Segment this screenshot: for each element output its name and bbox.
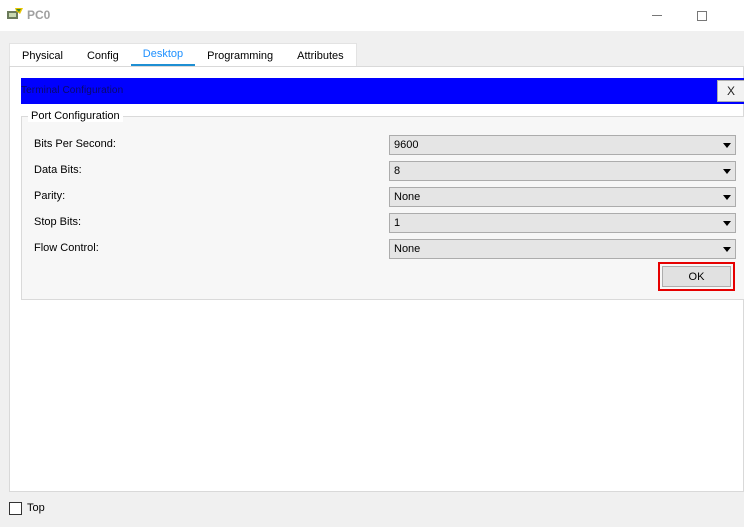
top-checkbox-label: Top — [27, 502, 45, 514]
terminal-config-header: Terminal Configuration X — [21, 78, 744, 104]
flow-control-value: None — [394, 243, 421, 255]
parity-value: None — [394, 191, 421, 203]
desktop-panel: Terminal Configuration X Port Configurat… — [9, 66, 744, 492]
stop-bits-select[interactable]: 1 — [389, 213, 736, 233]
minimize-button[interactable] — [634, 0, 680, 31]
chevron-down-icon — [723, 143, 731, 148]
tab-attributes[interactable]: Attributes — [285, 43, 357, 67]
ok-button-highlight: OK — [658, 262, 735, 291]
tab-bar: Physical Config Desktop Programming Attr… — [9, 43, 357, 67]
chevron-down-icon — [723, 169, 731, 174]
chevron-down-icon — [723, 221, 731, 226]
port-configuration-legend: Port Configuration — [28, 110, 123, 122]
window-title: PC0 — [27, 8, 51, 22]
minimize-icon — [652, 15, 662, 16]
data-bits-value: 8 — [394, 165, 401, 177]
flow-control-select[interactable]: None — [389, 239, 736, 259]
data-bits-select[interactable]: 8 — [389, 161, 736, 181]
flow-control-label: Flow Control: — [34, 242, 99, 254]
chevron-down-icon — [723, 195, 731, 200]
pc-app-icon — [7, 8, 23, 19]
parity-label: Parity: — [34, 190, 66, 202]
stop-bits-value: 1 — [394, 217, 401, 229]
ok-button[interactable]: OK — [662, 266, 731, 287]
tab-config[interactable]: Config — [74, 43, 131, 67]
bits-per-second-value: 9600 — [394, 139, 419, 151]
title-bar: PC0 — [0, 0, 744, 31]
tab-physical[interactable]: Physical — [9, 43, 75, 67]
maximize-button[interactable] — [679, 0, 725, 31]
tab-programming[interactable]: Programming — [195, 43, 286, 67]
tab-desktop[interactable]: Desktop — [130, 43, 196, 67]
port-configuration-group: Port Configuration Bits Per Second: 9600… — [21, 110, 744, 300]
terminal-config-title: Terminal Configuration — [21, 85, 124, 96]
chevron-down-icon — [723, 247, 731, 252]
bits-per-second-label: Bits Per Second: — [34, 138, 116, 150]
parity-select[interactable]: None — [389, 187, 736, 207]
top-checkbox[interactable] — [9, 502, 22, 515]
maximize-icon — [697, 10, 707, 21]
bits-per-second-select[interactable]: 9600 — [389, 135, 736, 155]
stop-bits-label: Stop Bits: — [34, 216, 82, 228]
data-bits-label: Data Bits: — [34, 164, 82, 176]
close-button[interactable]: X — [717, 80, 744, 102]
